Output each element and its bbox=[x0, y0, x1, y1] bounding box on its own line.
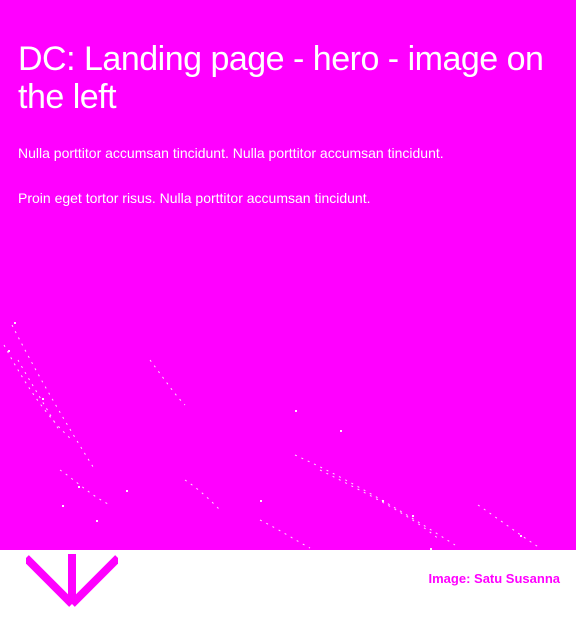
landing-page: DC: Landing page - hero - image on the l… bbox=[0, 0, 576, 630]
hero-title: DC: Landing page - hero - image on the l… bbox=[18, 40, 544, 116]
image-credit: Image: Satu Susanna bbox=[428, 571, 560, 586]
hero-paragraph-2: Proin eget tortor risus. Nulla porttitor… bbox=[18, 190, 371, 206]
hero-section: DC: Landing page - hero - image on the l… bbox=[0, 0, 576, 550]
hero-content: DC: Landing page - hero - image on the l… bbox=[18, 40, 548, 213]
hero-paragraph-1: Nulla porttitor accumsan tincidunt. Null… bbox=[18, 145, 444, 161]
scroll-down-button[interactable] bbox=[23, 554, 121, 610]
chevron-down-arrow-icon bbox=[23, 554, 121, 607]
